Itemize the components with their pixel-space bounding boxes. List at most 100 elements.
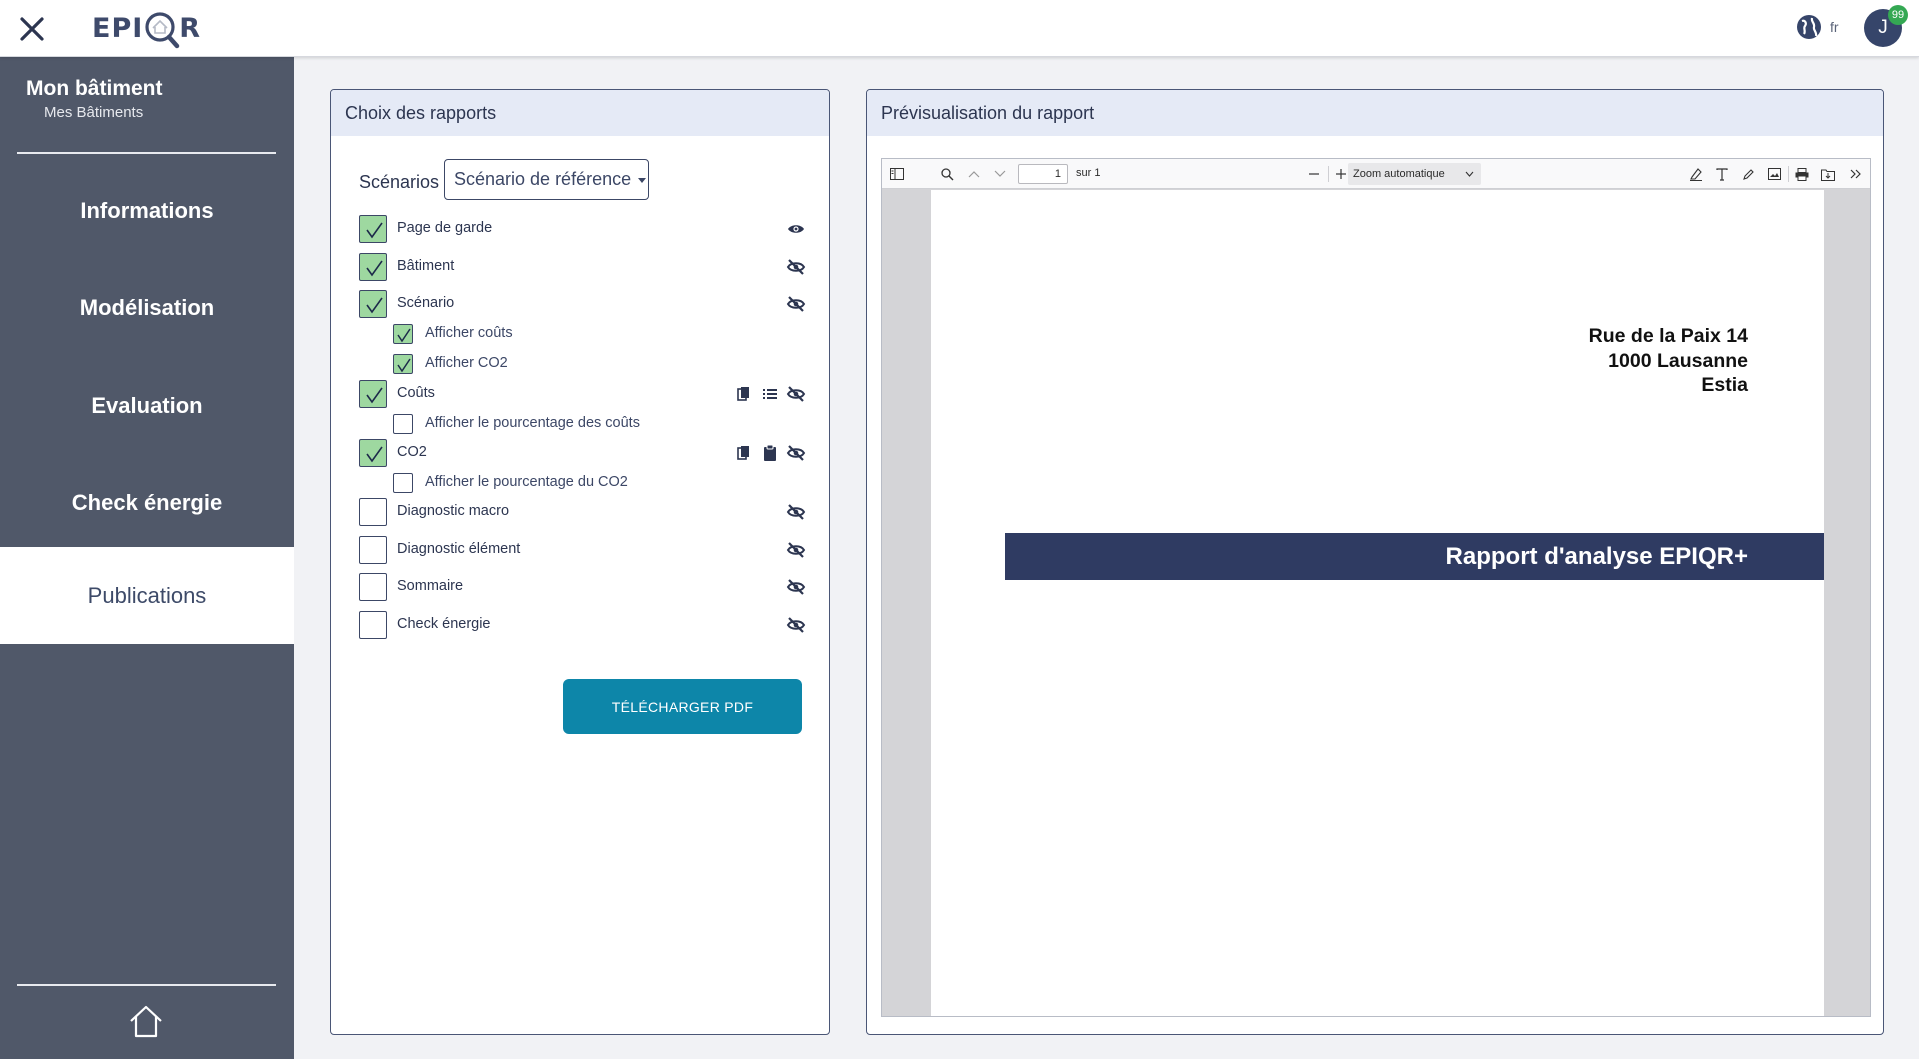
magnifier-house-icon — [144, 8, 180, 49]
option-label: Afficher coûts — [425, 325, 513, 341]
report-option-scenario: Scénario — [331, 290, 829, 318]
report-suboption-afficher-co2: Afficher CO2 — [331, 350, 829, 378]
option-label: Afficher CO2 — [425, 355, 508, 371]
checkbox[interactable] — [393, 354, 413, 374]
option-label: Check énergie — [397, 616, 491, 632]
copy-icon[interactable] — [734, 443, 754, 463]
eye-off-icon[interactable] — [786, 294, 806, 314]
chevron-up-icon[interactable] — [964, 164, 984, 184]
chevron-down-icon — [1465, 171, 1474, 177]
report-option-co2: CO2 — [331, 439, 829, 467]
checkbox[interactable] — [359, 215, 387, 243]
option-label: Scénario — [397, 295, 455, 311]
report-option-page-de-garde: Page de garde — [331, 215, 829, 243]
pdf-page: Rue de la Paix 14 1000 Lausanne Estia Ra… — [931, 190, 1824, 1016]
logo-text-right: R — [179, 12, 202, 44]
print-icon[interactable] — [1792, 164, 1812, 184]
logo-text-left: EPI — [92, 12, 144, 44]
pdf-viewer: 1 sur 1 Zoom automatique Rue de la Paix … — [881, 158, 1871, 1017]
report-option-sommaire: Sommaire — [331, 573, 829, 601]
sidebar-item-label: Check énergie — [71, 489, 223, 515]
home-icon[interactable] — [127, 1003, 165, 1039]
sidebar-divider — [17, 984, 276, 986]
checkbox[interactable] — [359, 536, 387, 564]
checkbox[interactable] — [359, 380, 387, 408]
globe-icon — [1797, 15, 1821, 39]
option-label: Coûts — [397, 385, 435, 401]
sidebar-item-label: Publications — [87, 582, 207, 608]
report-title-banner: Rapport d'analyse EPIQR+ — [1005, 533, 1824, 580]
eye-off-icon[interactable] — [786, 540, 806, 560]
copy-icon[interactable] — [734, 384, 754, 404]
toolbar-divider — [1328, 166, 1329, 182]
page-count: sur 1 — [1076, 167, 1101, 179]
checkbox[interactable] — [359, 573, 387, 601]
checkbox[interactable] — [393, 473, 413, 493]
sidebar-item-check-energie[interactable]: Check énergie — [0, 454, 294, 551]
checkbox[interactable] — [393, 414, 413, 434]
eye-off-icon[interactable] — [786, 257, 806, 277]
option-label: Diagnostic élément — [397, 541, 521, 557]
report-title: Rapport d'analyse EPIQR+ — [1445, 542, 1748, 570]
download-pdf-button[interactable]: TÉLÉCHARGER PDF — [563, 679, 802, 734]
language-selector[interactable]: fr — [1796, 14, 1839, 40]
checkbox[interactable] — [359, 290, 387, 318]
panel-title: Prévisualisation du rapport — [867, 90, 1883, 136]
scenario-select[interactable]: Scénario de référence — [444, 159, 649, 200]
app-logo: EPI R — [92, 8, 202, 49]
scenarios-label: Scénarios — [359, 172, 440, 192]
option-label: Page de garde — [397, 220, 493, 236]
report-option-diagnostic-macro: Diagnostic macro — [331, 498, 829, 526]
checkbox[interactable] — [359, 439, 387, 467]
address-street: Rue de la Paix 14 — [1588, 325, 1748, 347]
page-number-input[interactable]: 1 — [1018, 164, 1068, 184]
sidebar-item-modelisation[interactable]: Modélisation — [0, 259, 294, 356]
chevron-down-icon[interactable] — [990, 164, 1010, 184]
checkbox[interactable] — [359, 498, 387, 526]
text-tool-icon[interactable] — [1712, 164, 1732, 184]
notification-badge: 99 — [1888, 5, 1908, 25]
address-block: Rue de la Paix 14 1000 Lausanne Estia — [1589, 324, 1748, 398]
sidebar-item-informations[interactable]: Informations — [0, 162, 294, 259]
eye-off-icon[interactable] — [786, 502, 806, 522]
language-code: fr — [1830, 19, 1839, 35]
list-icon[interactable] — [760, 384, 780, 404]
option-label: Bâtiment — [397, 258, 455, 274]
sidebar: Mon bâtiment Mes Bâtiments Informations … — [0, 57, 294, 1059]
eye-off-icon[interactable] — [786, 577, 806, 597]
building-subtitle[interactable]: Mes Bâtiments — [44, 104, 143, 121]
address-city: 1000 Lausanne — [1608, 349, 1748, 372]
more-tools-icon[interactable] — [1846, 164, 1866, 184]
top-bar: EPI R fr J 99 — [0, 0, 1919, 57]
eye-off-icon[interactable] — [786, 615, 806, 635]
clipboard-icon[interactable] — [760, 443, 780, 463]
building-title: Mon bâtiment — [26, 77, 163, 100]
sidebar-item-publications[interactable]: Publications — [0, 547, 294, 644]
eye-off-icon[interactable] — [786, 384, 806, 404]
report-option-batiment: Bâtiment — [331, 253, 829, 281]
save-icon[interactable] — [1818, 164, 1838, 184]
report-suboption-afficher-couts: Afficher coûts — [331, 320, 829, 348]
report-option-couts: Coûts — [331, 380, 829, 408]
pdf-toolbar: 1 sur 1 Zoom automatique — [882, 159, 1870, 189]
search-icon[interactable] — [937, 164, 957, 184]
sidebar-item-evaluation[interactable]: Evaluation — [0, 357, 294, 454]
zoom-select[interactable]: Zoom automatique — [1348, 163, 1481, 185]
user-initial: J — [1878, 17, 1888, 38]
checkbox[interactable] — [393, 324, 413, 344]
zoom-value: Zoom automatique — [1353, 168, 1445, 180]
zoom-out-icon[interactable] — [1304, 164, 1324, 184]
sidebar-toggle-icon[interactable] — [887, 164, 907, 184]
checkbox[interactable] — [359, 611, 387, 639]
image-tool-icon[interactable] — [1764, 164, 1784, 184]
report-choice-panel: Choix des rapports Scénarios Scénario de… — [330, 89, 830, 1035]
sidebar-item-label: Modélisation — [79, 294, 215, 320]
eye-off-icon[interactable] — [786, 443, 806, 463]
eye-icon[interactable] — [786, 219, 806, 239]
highlight-icon[interactable] — [1686, 164, 1706, 184]
draw-icon[interactable] — [1738, 164, 1758, 184]
option-label: Sommaire — [397, 578, 464, 594]
close-icon[interactable] — [14, 12, 50, 46]
report-option-diagnostic-element: Diagnostic élément — [331, 536, 829, 564]
checkbox[interactable] — [359, 253, 387, 281]
